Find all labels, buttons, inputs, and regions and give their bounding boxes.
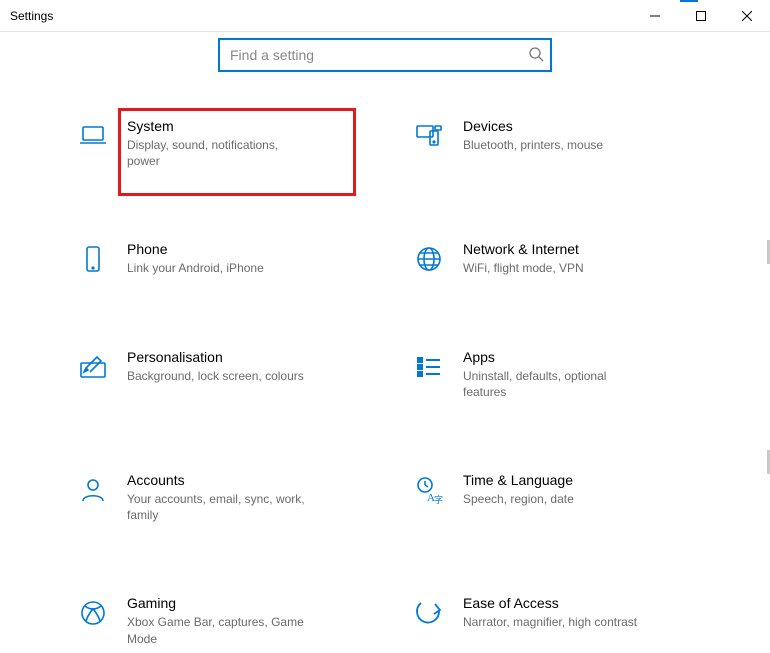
tile-gaming[interactable]: Gaming Xbox Game Bar, captures, Game Mod… — [73, 589, 369, 652]
tile-desc: Narrator, magnifier, high contrast — [463, 614, 637, 630]
settings-grid: System Display, sound, notifications, po… — [65, 112, 705, 653]
tile-network[interactable]: Network & Internet WiFi, flight mode, VP… — [409, 235, 705, 282]
person-icon — [77, 474, 109, 506]
tile-desc: Background, lock screen, colours — [127, 368, 304, 384]
tile-time-language[interactable]: A 字 Time & Language Speech, region, date — [409, 466, 705, 529]
tile-desc: Bluetooth, printers, mouse — [463, 137, 603, 153]
window-controls — [632, 0, 770, 32]
tile-devices[interactable]: Devices Bluetooth, printers, mouse — [409, 112, 705, 175]
minimize-button[interactable] — [632, 0, 678, 32]
paintbrush-icon — [77, 351, 109, 383]
tile-title: Time & Language — [463, 472, 574, 488]
tile-system[interactable]: System Display, sound, notifications, po… — [73, 112, 369, 175]
close-button[interactable] — [724, 0, 770, 32]
phone-icon — [77, 243, 109, 275]
tile-accounts[interactable]: Accounts Your accounts, email, sync, wor… — [73, 466, 369, 529]
tile-title: Devices — [463, 118, 603, 134]
tile-desc: WiFi, flight mode, VPN — [463, 260, 584, 276]
search-icon — [528, 46, 544, 62]
time-language-icon: A 字 — [413, 474, 445, 506]
tile-desc: Display, sound, notifications, power — [127, 137, 307, 169]
tile-title: Network & Internet — [463, 241, 584, 257]
tile-title: Accounts — [127, 472, 307, 488]
tile-title: Phone — [127, 241, 264, 257]
content-area: System Display, sound, notifications, po… — [0, 38, 770, 653]
tile-desc: Link your Android, iPhone — [127, 260, 264, 276]
tile-ease-of-access[interactable]: Ease of Access Narrator, magnifier, high… — [409, 589, 705, 652]
titlebar: Settings — [0, 0, 770, 32]
window-title: Settings — [0, 9, 53, 23]
tile-desc: Speech, region, date — [463, 491, 574, 507]
tile-title: System — [127, 118, 307, 134]
scrollbar-hint[interactable] — [766, 230, 770, 609]
search-container — [218, 38, 552, 72]
tile-title: Personalisation — [127, 349, 304, 365]
tile-personalisation[interactable]: Personalisation Background, lock screen,… — [73, 343, 369, 406]
devices-icon — [413, 120, 445, 152]
search-input[interactable] — [218, 38, 552, 72]
accessibility-icon — [413, 597, 445, 629]
tile-desc: Xbox Game Bar, captures, Game Mode — [127, 614, 307, 646]
tile-desc: Your accounts, email, sync, work, family — [127, 491, 307, 523]
globe-icon — [413, 243, 445, 275]
tile-desc: Uninstall, defaults, optional features — [463, 368, 643, 400]
xbox-icon — [77, 597, 109, 629]
maximize-button[interactable] — [678, 0, 724, 32]
tile-phone[interactable]: Phone Link your Android, iPhone — [73, 235, 369, 282]
tile-title: Apps — [463, 349, 643, 365]
laptop-icon — [77, 120, 109, 152]
svg-text:字: 字 — [434, 494, 443, 505]
tile-apps[interactable]: Apps Uninstall, defaults, optional featu… — [409, 343, 705, 406]
list-icon — [413, 351, 445, 383]
